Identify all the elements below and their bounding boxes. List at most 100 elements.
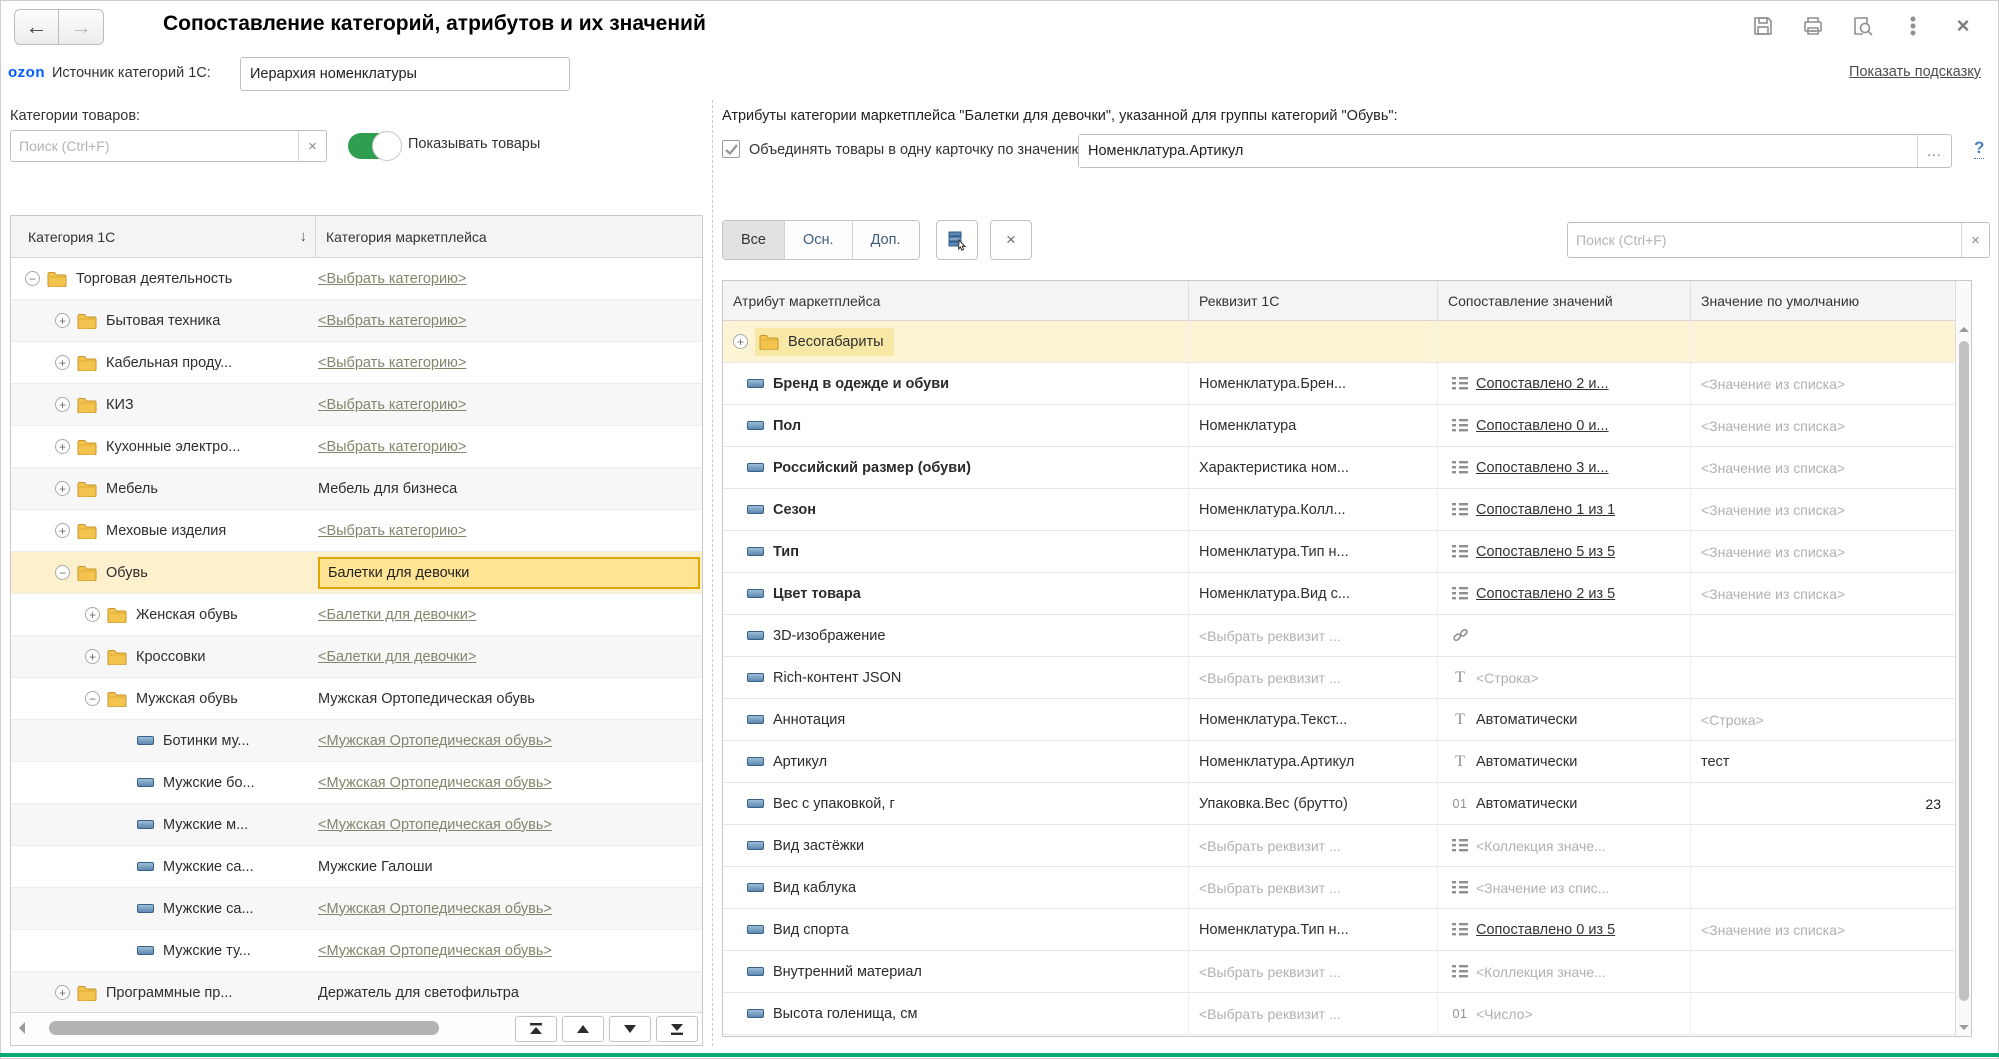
- marketplace-category-cell[interactable]: Мебель для бизнеса: [316, 468, 702, 509]
- tree-collapse-icon[interactable]: −: [55, 565, 70, 580]
- category-row[interactable]: −ОбувьБалетки для девочки: [11, 552, 702, 594]
- attribute-name-cell[interactable]: Вид каблука: [723, 867, 1189, 908]
- attribute-name-cell[interactable]: Цвет товара: [723, 573, 1189, 614]
- attribute-name-cell[interactable]: Артикул: [723, 741, 1189, 782]
- marketplace-category-link[interactable]: <Выбрать категорию>: [318, 439, 466, 455]
- mapping-cell[interactable]: Сопоставлено 2 и...: [1438, 363, 1691, 404]
- category-row[interactable]: Мужские ту...<Мужская Ортопедическая обу…: [11, 930, 702, 972]
- default-value-cell[interactable]: <Значение из списка>: [1691, 909, 1955, 950]
- marketplace-category-cell[interactable]: <Выбрать категорию>: [316, 510, 702, 551]
- default-value-cell[interactable]: <Значение из списка>: [1691, 489, 1955, 530]
- left-search-clear-icon[interactable]: ×: [298, 131, 326, 161]
- mapping-link[interactable]: Сопоставлено 0 и...: [1476, 418, 1609, 434]
- attribute-name-cell[interactable]: Пол: [723, 405, 1189, 446]
- mapping-link[interactable]: Сопоставлено 2 из 5: [1476, 586, 1615, 602]
- default-value-cell[interactable]: <Значение из списка>: [1691, 531, 1955, 572]
- category-1c-cell[interactable]: +Мебель: [11, 468, 316, 509]
- vertical-scroll-thumb[interactable]: [1959, 341, 1969, 1001]
- attribute-row[interactable]: Вид застёжки<Выбрать реквизит ...<Коллек…: [723, 825, 1955, 867]
- default-value-cell[interactable]: <Значение из списка>: [1691, 573, 1955, 614]
- attribute-name-cell[interactable]: 3D-изображение: [723, 615, 1189, 656]
- category-row[interactable]: +МебельМебель для бизнеса: [11, 468, 702, 510]
- tree-expand-icon[interactable]: +: [55, 313, 70, 328]
- mapping-cell[interactable]: Сопоставлено 1 из 1: [1438, 489, 1691, 530]
- category-1c-cell[interactable]: −Обувь: [11, 552, 316, 593]
- marketplace-category-link[interactable]: <Выбрать категорию>: [318, 523, 466, 539]
- pick-values-button[interactable]: [936, 220, 978, 260]
- category-1c-cell[interactable]: Мужские м...: [11, 804, 316, 845]
- rekvizit-cell[interactable]: <Выбрать реквизит ...: [1189, 657, 1438, 698]
- go-next-button[interactable]: [609, 1016, 651, 1042]
- default-value-cell[interactable]: 23: [1691, 783, 1955, 824]
- column-header-1c-category[interactable]: Категория 1С ↓: [11, 216, 316, 257]
- tree-expand-icon[interactable]: +: [55, 985, 70, 1000]
- category-row[interactable]: +Меховые изделия<Выбрать категорию>: [11, 510, 702, 552]
- attribute-name-cell[interactable]: Вес с упаковкой, г: [723, 783, 1189, 824]
- rekvizit-cell[interactable]: <Выбрать реквизит ...: [1189, 951, 1438, 992]
- mapping-cell[interactable]: <Значение из спис...: [1438, 867, 1691, 908]
- default-value-cell[interactable]: [1691, 615, 1955, 656]
- rekvizit-cell[interactable]: Номенклатура.Тип н...: [1189, 909, 1438, 950]
- tree-expand-icon[interactable]: +: [733, 334, 748, 349]
- mapping-cell[interactable]: 01Автоматически: [1438, 783, 1691, 824]
- marketplace-category-cell[interactable]: <Выбрать категорию>: [316, 258, 702, 299]
- rekvizit-cell[interactable]: Номенклатура: [1189, 405, 1438, 446]
- merge-rekvizit-input[interactable]: [1079, 135, 1917, 167]
- mapping-link[interactable]: Сопоставлено 3 и...: [1476, 460, 1609, 476]
- go-last-button[interactable]: [656, 1016, 698, 1042]
- attribute-row[interactable]: Вид каблука<Выбрать реквизит ...<Значени…: [723, 867, 1955, 909]
- default-value-cell[interactable]: <Значение из списка>: [1691, 447, 1955, 488]
- category-row[interactable]: Ботинки му...<Мужская Ортопедическая обу…: [11, 720, 702, 762]
- tree-collapse-icon[interactable]: −: [85, 691, 100, 706]
- default-value-cell[interactable]: [1691, 825, 1955, 866]
- default-value-cell[interactable]: <Значение из списка>: [1691, 405, 1955, 446]
- clear-selection-button[interactable]: ×: [990, 220, 1032, 260]
- marketplace-category-cell[interactable]: Мужские Галоши: [316, 846, 702, 887]
- category-row[interactable]: Мужские са...<Мужская Ортопедическая обу…: [11, 888, 702, 930]
- default-value-cell[interactable]: [1691, 951, 1955, 992]
- default-value-cell[interactable]: [1691, 657, 1955, 698]
- attribute-row[interactable]: Высота голенища, см<Выбрать реквизит ...…: [723, 993, 1955, 1035]
- category-row[interactable]: +КИЗ<Выбрать категорию>: [11, 384, 702, 426]
- tree-expand-icon[interactable]: +: [55, 397, 70, 412]
- tree-expand-icon[interactable]: +: [85, 649, 100, 664]
- horizontal-scroll-thumb[interactable]: [49, 1021, 439, 1035]
- category-1c-cell[interactable]: +Кабельная проду...: [11, 342, 316, 383]
- category-1c-cell[interactable]: +Программные пр...: [11, 972, 316, 1012]
- mapping-cell[interactable]: TАвтоматически: [1438, 741, 1691, 782]
- marketplace-category-cell[interactable]: <Мужская Ортопедическая обувь>: [316, 720, 702, 761]
- mapping-link[interactable]: Сопоставлено 0 из 5: [1476, 922, 1615, 938]
- attribute-name-cell[interactable]: Российский размер (обуви): [723, 447, 1189, 488]
- attribute-name-cell[interactable]: Тип: [723, 531, 1189, 572]
- marketplace-category-link[interactable]: <Выбрать категорию>: [318, 397, 466, 413]
- category-row[interactable]: −Мужская обувьМужская Ортопедическая обу…: [11, 678, 702, 720]
- attribute-name-cell[interactable]: Высота голенища, см: [723, 993, 1189, 1034]
- marketplace-category-link[interactable]: <Мужская Ортопедическая обувь>: [318, 901, 552, 917]
- right-search-clear-icon[interactable]: ×: [1961, 223, 1989, 257]
- marketplace-category-cell[interactable]: <Мужская Ортопедическая обувь>: [316, 804, 702, 845]
- default-value-cell[interactable]: тест: [1691, 741, 1955, 782]
- print-icon[interactable]: [1799, 12, 1827, 40]
- marketplace-category-cell[interactable]: <Выбрать категорию>: [316, 300, 702, 341]
- mapping-cell[interactable]: Сопоставлено 2 из 5: [1438, 573, 1691, 614]
- category-row[interactable]: −Торговая деятельность<Выбрать категорию…: [11, 258, 702, 300]
- category-1c-cell[interactable]: Мужские са...: [11, 888, 316, 929]
- column-header-attribute[interactable]: Атрибут маркетплейса: [723, 281, 1189, 320]
- right-search-input[interactable]: [1568, 223, 1961, 257]
- category-1c-cell[interactable]: +Женская обувь: [11, 594, 316, 635]
- rekvizit-cell[interactable]: Номенклатура.Вид с...: [1189, 573, 1438, 614]
- mapping-cell[interactable]: Сопоставлено 0 из 5: [1438, 909, 1691, 950]
- attribute-row[interactable]: ТипНоменклатура.Тип н...Сопоставлено 5 и…: [723, 531, 1955, 573]
- mapping-cell[interactable]: [1438, 615, 1691, 656]
- scroll-down-icon[interactable]: [1959, 1025, 1969, 1030]
- attribute-row[interactable]: Внутренний материал<Выбрать реквизит ...…: [723, 951, 1955, 993]
- default-value-cell[interactable]: <Значение из списка>: [1691, 363, 1955, 404]
- category-row[interactable]: +Кабельная проду...<Выбрать категорию>: [11, 342, 702, 384]
- category-row[interactable]: Мужские са...Мужские Галоши: [11, 846, 702, 888]
- marketplace-category-cell[interactable]: <Мужская Ортопедическая обувь>: [316, 762, 702, 803]
- attribute-row[interactable]: Вид спортаНоменклатура.Тип н...Сопоставл…: [723, 909, 1955, 951]
- merge-products-checkbox[interactable]: [722, 140, 740, 158]
- attribute-row[interactable]: Rich-контент JSON<Выбрать реквизит ...T<…: [723, 657, 1955, 699]
- category-1c-cell[interactable]: +Бытовая техника: [11, 300, 316, 341]
- category-1c-cell[interactable]: +Кухонные электро...: [11, 426, 316, 467]
